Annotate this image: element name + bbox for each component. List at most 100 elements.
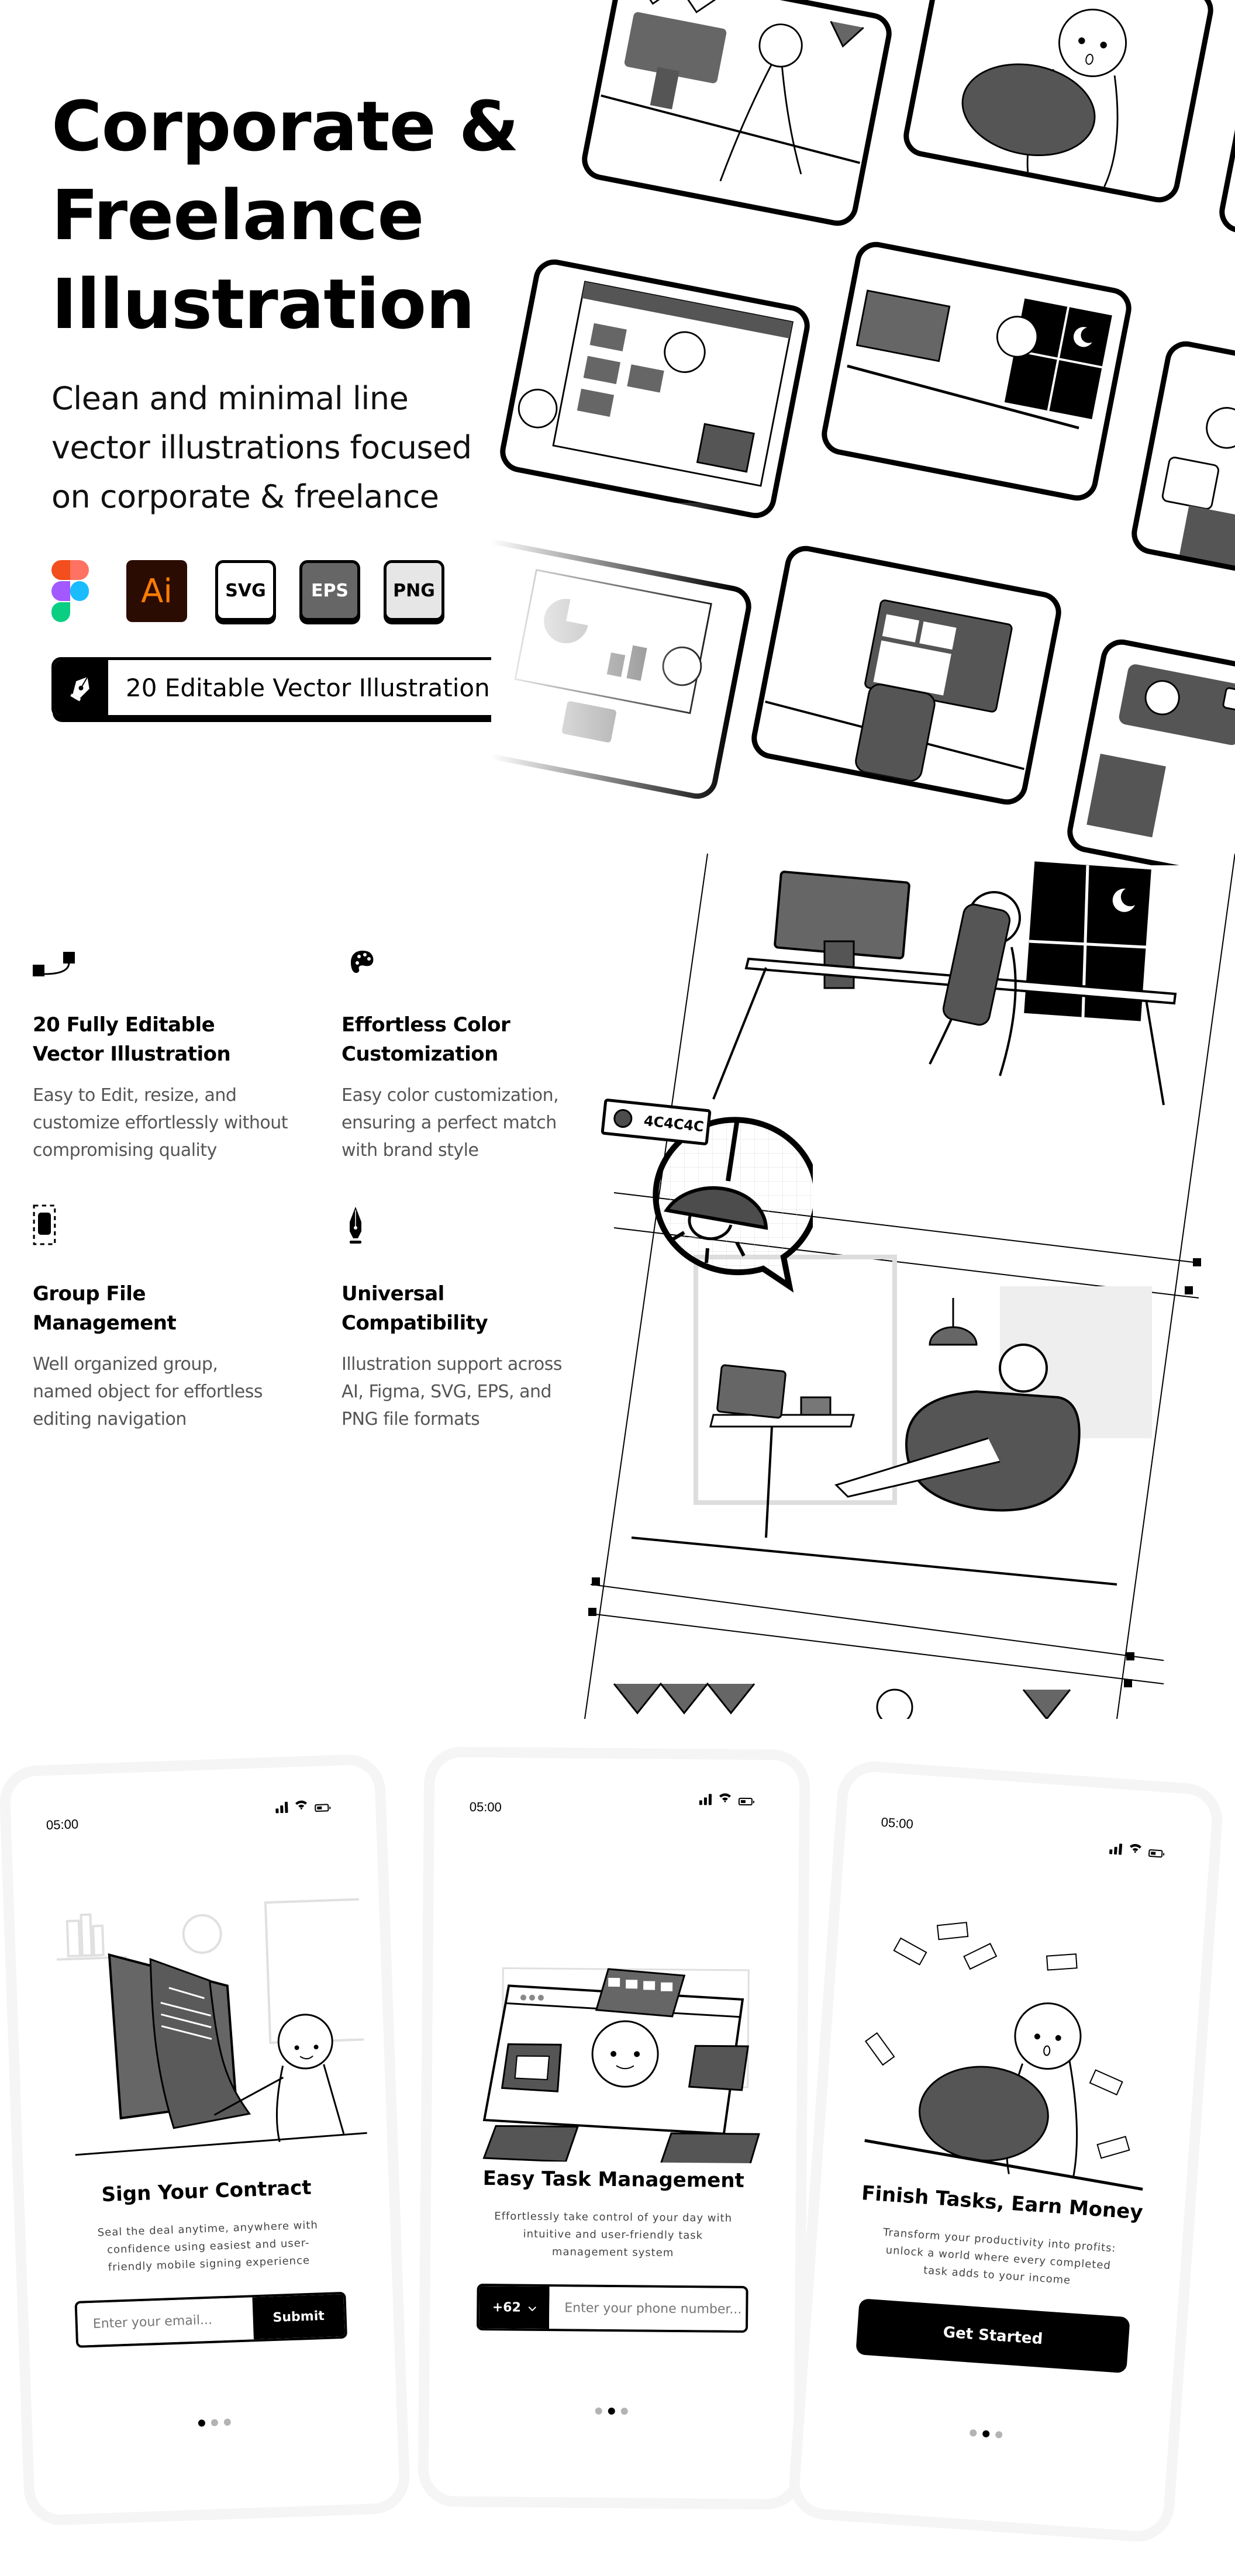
hero-subtitle-line: vector illustrations focused — [51, 429, 472, 466]
onboarding-description: Transform your productivity into profits… — [861, 2222, 1136, 2294]
fountain-pen-icon — [341, 1204, 384, 1246]
feature-desc-line: Well organized group, — [33, 1354, 218, 1375]
money-illustration — [961, 8, 1127, 188]
illustration-card-celebration — [578, 0, 895, 230]
pagination-dot-active[interactable] — [982, 2430, 990, 2438]
illustration-card-night-work — [818, 238, 1135, 505]
bezier-curve-icon — [33, 935, 75, 978]
feature-item: 20 Fully Editable Vector Illustration Ea… — [33, 935, 325, 1164]
illustration-count-banner: 20 Editable Vector Illustration — [51, 657, 519, 718]
zoom-callout-bubble — [653, 1117, 813, 1293]
pagination-dots — [429, 2406, 794, 2416]
submit-button[interactable]: Submit — [252, 2294, 345, 2340]
get-started-button[interactable]: Get Started — [855, 2298, 1130, 2374]
onboarding-description: Seal the deal anytime, anywhere with con… — [72, 2216, 345, 2278]
feature-title-line: Group File — [33, 1282, 146, 1306]
earn-money-illustration — [839, 1870, 1187, 2197]
status-time: 05:00 — [46, 1817, 79, 1833]
color-hex-label: 4C4C4C — [643, 1112, 705, 1135]
battery-icon — [738, 1797, 753, 1806]
adobe-illustrator-logo-icon: Ai — [126, 560, 187, 622]
status-time: 05:00 — [880, 1814, 914, 1832]
phone-mockup-earn-money: 05:00 Finish Tasks, Earn Money Transform… — [786, 1759, 1225, 2544]
wifi-icon — [719, 1793, 732, 1805]
pagination-dot-active[interactable] — [608, 2407, 615, 2415]
phone-mockup-sign-contract: 05:00 Sign Your Contract Seal the deal a… — [0, 1753, 411, 2527]
support-illustration — [1086, 664, 1235, 838]
onboarding-description: Effortlessly take control of your day wi… — [477, 2208, 749, 2263]
feature-title-line: 20 Fully Editable — [33, 1013, 215, 1037]
pagination-dot[interactable] — [211, 2419, 219, 2426]
feature-title: 20 Fully Editable Vector Illustration — [33, 1010, 325, 1069]
phone-number-input[interactable] — [549, 2287, 746, 2330]
country-code-value: +62 — [492, 2299, 521, 2315]
status-icons — [275, 1798, 329, 1814]
illustration-card-support — [1064, 636, 1235, 865]
battery-icon — [315, 1804, 329, 1812]
illustration-count-label: 20 Editable Vector Illustration — [126, 673, 490, 702]
feature-desc-line: compromising quality — [33, 1140, 217, 1161]
hero-title: Corporate & Freelance Illustration — [51, 82, 554, 348]
calendar-illustration — [1222, 22, 1235, 276]
pagination-dot-active[interactable] — [198, 2419, 206, 2427]
svg-badge-icon: SVG — [215, 560, 276, 621]
feature-desc-line: named object for effortless — [33, 1382, 263, 1402]
feature-title-line: Management — [33, 1311, 177, 1335]
signal-icon — [1109, 1843, 1123, 1855]
eps-badge-icon: EPS — [299, 560, 360, 621]
email-input[interactable] — [77, 2297, 254, 2346]
status-icons — [699, 1792, 753, 1806]
feature-description: Easy to Edit, resize, and customize effo… — [33, 1082, 325, 1164]
hero-subtitle: Clean and minimal line vector illustrati… — [51, 374, 531, 522]
task-management-illustration — [449, 1857, 779, 2176]
pagination-dot[interactable] — [969, 2429, 977, 2437]
group-selection-icon — [33, 1204, 75, 1246]
sign-contract-illustration — [30, 1864, 371, 2180]
description-line: Effortlessly take control of your day wi… — [494, 2210, 733, 2225]
pagination-dot[interactable] — [995, 2430, 1003, 2439]
pagination-dots — [804, 2418, 1168, 2450]
wifi-icon — [1129, 1842, 1142, 1856]
celebration-illustration — [601, 0, 864, 182]
feature-title-line: Vector Illustration — [33, 1042, 231, 1066]
feature-desc-line: editing navigation — [33, 1409, 187, 1429]
hero-title-line: Corporate & — [51, 86, 519, 167]
country-code-select[interactable]: +62 — [479, 2286, 550, 2329]
onboarding-title: Sign Your Contract — [101, 2176, 312, 2207]
feature-desc-line: customize effortlessly without — [33, 1113, 288, 1133]
onboarding-title: Easy Task Management — [482, 2167, 744, 2192]
battery-icon — [1148, 1849, 1163, 1858]
illustration-card-video-call — [748, 542, 1065, 809]
email-form: Submit — [74, 2291, 348, 2348]
presentation-illustration — [514, 569, 712, 743]
description-line: management system — [551, 2246, 674, 2259]
feature-description: Well organized group, named object for e… — [33, 1351, 325, 1433]
palette-icon — [341, 935, 384, 978]
illustration-mosaic — [491, 0, 1235, 865]
png-badge-icon: PNG — [384, 560, 444, 621]
color-swatch — [612, 1108, 633, 1129]
chevron-down-icon — [528, 2300, 536, 2315]
pagination-dot[interactable] — [595, 2407, 602, 2415]
office-run-illustration — [518, 281, 794, 487]
pen-nib-icon — [54, 660, 108, 715]
feature-desc-line: Easy to Edit, resize, and — [33, 1085, 237, 1106]
signal-icon — [699, 1794, 712, 1805]
pagination-dot[interactable] — [223, 2418, 232, 2426]
illustration-card-analytics — [1128, 337, 1235, 604]
status-icons — [1109, 1841, 1163, 1858]
signal-icon — [275, 1801, 288, 1814]
illustration-card-money — [900, 0, 1217, 206]
phone-number-form: +62 — [476, 2283, 748, 2333]
feature-title: Group File Management — [33, 1279, 325, 1338]
wifi-icon — [295, 1800, 308, 1813]
analytics-illustration — [1161, 407, 1235, 578]
pagination-dots — [32, 2413, 397, 2433]
phone-mockup-task-management: 05:00 Easy Task Management Effortlessly … — [418, 1746, 810, 2510]
hero-title-line: Freelance — [51, 175, 424, 255]
hero-subtitle-line: on corporate & freelance — [51, 478, 439, 515]
illustration-card-calendar — [1216, 16, 1235, 282]
illustration-card-presentation — [491, 536, 755, 803]
figma-logo-icon — [51, 560, 89, 623]
pagination-dot[interactable] — [620, 2408, 628, 2415]
